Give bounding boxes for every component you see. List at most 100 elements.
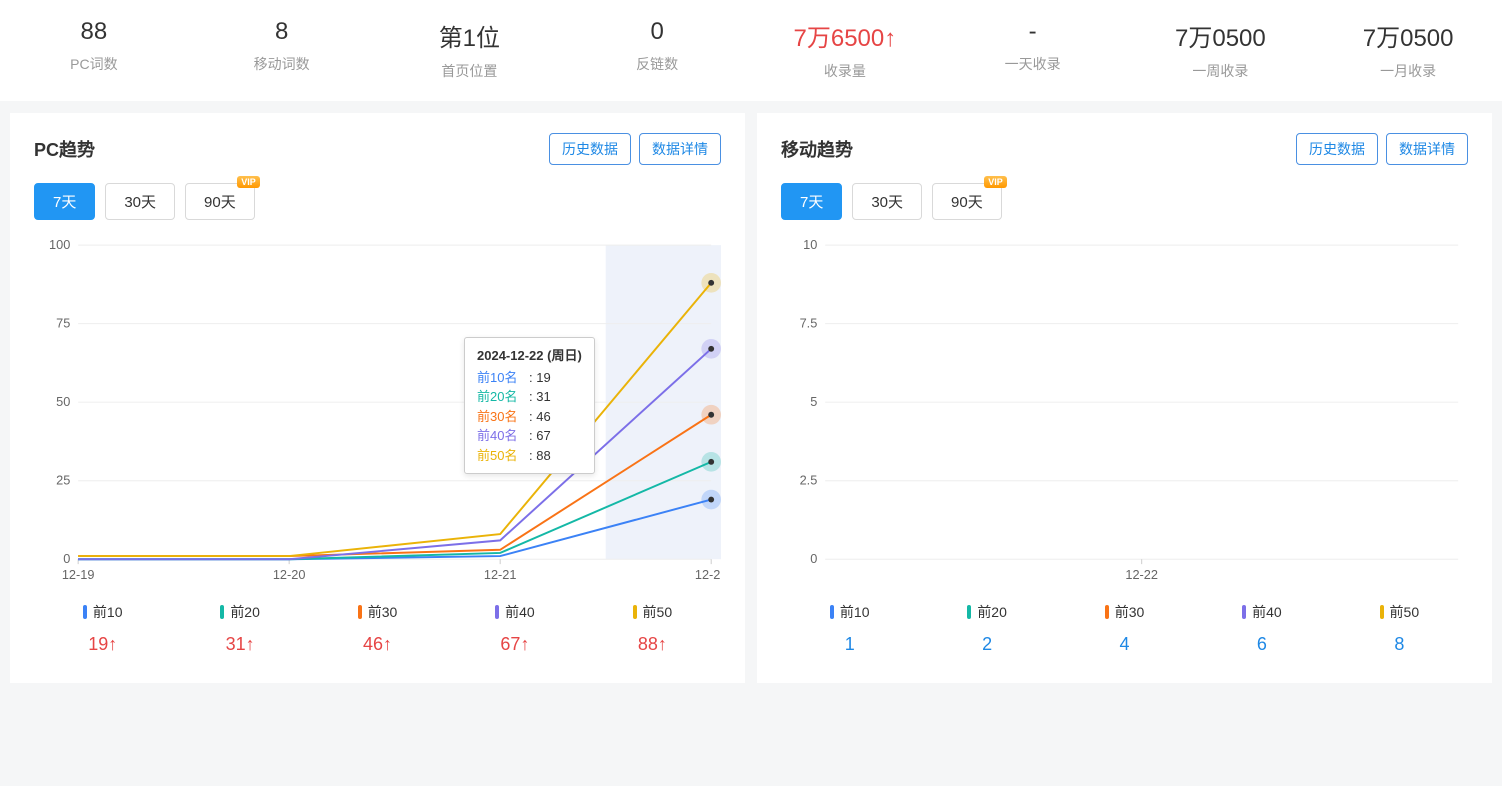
legend-text: 前10 (93, 604, 123, 620)
svg-text:5: 5 (810, 394, 817, 409)
legend-label: 前10 (34, 602, 171, 622)
stat-value: 0 (563, 18, 751, 46)
stat-label: 一月收录 (1314, 61, 1502, 81)
stat-label: 一周收录 (1127, 61, 1315, 81)
legend-item: 前2031↑ (171, 602, 308, 655)
stat-item: 7万6500↑ 收录量 (751, 18, 939, 81)
up-arrow-icon: ↑ (520, 634, 529, 654)
legend-item: 前406 (1193, 602, 1330, 655)
legend-value: 67↑ (446, 634, 583, 655)
detail-button[interactable]: 数据详情 (639, 133, 721, 165)
legend-label: 前30 (1056, 602, 1193, 622)
range-90d-label: 90天 (204, 194, 236, 211)
history-button[interactable]: 历史数据 (549, 133, 631, 165)
svg-text:0: 0 (63, 551, 70, 566)
legend-color-icon (633, 605, 637, 619)
legend-text: 前20 (977, 604, 1007, 620)
stat-item: 88 PC词数 (0, 18, 188, 81)
range-90d-button[interactable]: 90天 VIP (185, 183, 255, 220)
pc-legend: 前10 19↑前2031↑前30 46↑ 前40 67↑ 前50 88↑ (34, 602, 721, 655)
legend-value: 1 (781, 634, 918, 655)
stat-value: 第1位 (376, 18, 564, 53)
legend-color-icon (830, 605, 834, 619)
range-7d-button[interactable]: 7天 (34, 183, 95, 220)
legend-text: 前40 (1252, 604, 1282, 620)
range-30d-button[interactable]: 30天 (852, 183, 922, 220)
legend-label: 前50 (1331, 602, 1468, 622)
svg-text:7.5: 7.5 (800, 316, 818, 331)
svg-text:0: 0 (810, 551, 817, 566)
svg-text:75: 75 (56, 316, 70, 331)
legend-label: 前40 (446, 602, 583, 622)
pc-chart: 025507510012-1912-2012-2112-222024-12-22… (34, 232, 721, 592)
stat-value: 88 (0, 18, 188, 46)
legend-text: 前50 (643, 604, 673, 620)
legend-value: 4 (1056, 634, 1193, 655)
legend-item: 前50 8 (1331, 602, 1468, 655)
svg-text:10: 10 (803, 237, 817, 252)
legend-label: 前30 (309, 602, 446, 622)
stat-item: 0 反链数 (563, 18, 751, 81)
svg-text:12-21: 12-21 (484, 567, 517, 582)
legend-text: 前10 (840, 604, 870, 620)
up-arrow-icon: ↑ (108, 634, 117, 654)
up-arrow-icon: ↑ (383, 634, 392, 654)
legend-color-icon (83, 605, 87, 619)
stat-label: 反链数 (563, 54, 751, 74)
legend-color-icon (1380, 605, 1384, 619)
stat-value: - (939, 18, 1127, 46)
up-arrow-icon: ↑ (246, 634, 255, 654)
legend-text: 前20 (230, 604, 260, 620)
svg-text:12-19: 12-19 (62, 567, 95, 582)
legend-item: 前30 46↑ (309, 602, 446, 655)
legend-value: 19↑ (34, 634, 171, 655)
legend-text: 前50 (1390, 604, 1420, 620)
legend-color-icon (1105, 605, 1109, 619)
stat-item: 7万0500一月收录 (1314, 18, 1502, 81)
legend-value: 2 (918, 634, 1055, 655)
legend-value: 88↑ (584, 634, 721, 655)
detail-button[interactable]: 数据详情 (1386, 133, 1468, 165)
legend-color-icon (967, 605, 971, 619)
legend-item: 前30 4 (1056, 602, 1193, 655)
range-7d-button[interactable]: 7天 (781, 183, 842, 220)
svg-text:12-22: 12-22 (1125, 567, 1158, 582)
legend-label: 前10 (781, 602, 918, 622)
legend-item: 前10 19↑ (34, 602, 171, 655)
stat-label: 首页位置 (376, 61, 564, 81)
stat-value: 8 (188, 18, 376, 46)
stat-value: 7万6500↑ (751, 18, 939, 53)
range-90d-button[interactable]: 90天 VIP (932, 183, 1002, 220)
svg-text:12-20: 12-20 (273, 567, 306, 582)
legend-label: 前20 (918, 602, 1055, 622)
mobile-panel-title: 移动趋势 (781, 136, 853, 162)
stat-item: 第1位首页位置 (376, 18, 564, 81)
stat-item: 7万0500一周收录 (1127, 18, 1315, 81)
svg-text:12-22: 12-22 (695, 567, 721, 582)
mobile-trend-panel: 移动趋势 历史数据 数据详情 7天 30天 90天 VIP 0 2.5 5 7.5 10… (757, 113, 1492, 683)
legend-value: 8 (1331, 634, 1468, 655)
svg-text:2.5: 2.5 (800, 473, 818, 488)
vip-badge: VIP (237, 176, 260, 188)
mobile-legend: 前10 1 前20 2 前30 4前406 前50 8 (781, 602, 1468, 655)
range-30d-button[interactable]: 30天 (105, 183, 175, 220)
up-arrow-icon: ↑ (658, 634, 667, 654)
svg-text:25: 25 (56, 473, 70, 488)
legend-text: 前30 (1115, 604, 1145, 620)
legend-label: 前50 (584, 602, 721, 622)
legend-text: 前40 (505, 604, 535, 620)
stats-bar: 88PC词数8移动词数第1位首页位置0反链数7万6500↑收录量-一天收录7万0… (0, 0, 1502, 101)
legend-value: 46↑ (309, 634, 446, 655)
legend-label: 前40 (1193, 602, 1330, 622)
stat-label: 一天收录 (939, 54, 1127, 74)
stat-label: PC词数 (0, 54, 188, 74)
stat-label: 收录量 (751, 61, 939, 81)
legend-item: 前10 1 (781, 602, 918, 655)
legend-label: 前20 (171, 602, 308, 622)
legend-color-icon (495, 605, 499, 619)
range-90d-label: 90天 (951, 194, 983, 211)
stat-item: 8移动词数 (188, 18, 376, 81)
legend-color-icon (1242, 605, 1246, 619)
history-button[interactable]: 历史数据 (1296, 133, 1378, 165)
legend-item: 前20 2 (918, 602, 1055, 655)
